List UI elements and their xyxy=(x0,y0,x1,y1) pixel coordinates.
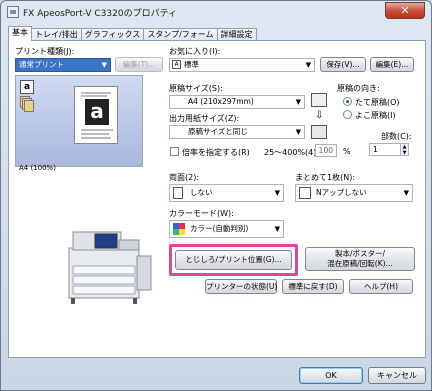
scale-range: 25～400%(4): xyxy=(264,148,320,157)
basic-panel: プリント種類(J): 通常プリント ▼ 編集(T)... a a A4 (100… xyxy=(8,40,426,358)
paper-size-select[interactable]: A4 (210x297mm) ▼ xyxy=(169,95,305,109)
arrow-down-icon: ⇩ xyxy=(315,110,324,121)
nup-value: Nアップしない xyxy=(316,188,367,197)
close-button[interactable]: ✕ xyxy=(385,2,425,19)
favorites-save-button[interactable]: 保存(V)... xyxy=(320,57,366,72)
window-title: FX ApeosPort-V C3320のプロパティ xyxy=(23,9,178,19)
chevron-down-icon: ▼ xyxy=(274,189,280,197)
nup-icon xyxy=(299,187,311,199)
orientation-label: 原稿の向き: xyxy=(337,84,380,93)
paper-size-value: A4 (210x297mm) xyxy=(188,97,254,106)
color-mode-select[interactable]: カラー(自動判別) ▼ xyxy=(169,220,284,238)
output-size-label: 出力用紙サイズ(Z): xyxy=(169,114,240,123)
paper-size-label: 原稿サイズ(S): xyxy=(169,84,223,93)
chevron-down-icon: ▼ xyxy=(295,128,301,136)
ok-button[interactable]: OK xyxy=(299,367,363,384)
chevron-down-icon: ▼ xyxy=(305,61,311,69)
title-bar: FX ApeosPort-V C3320のプロパティ ✕ xyxy=(1,1,431,23)
tab-bar: 基本 トレイ/排出 グラフィックス スタンプ/フォーム 詳細設定 xyxy=(8,26,257,41)
nup-label: まとめて1枚(N): xyxy=(295,173,356,182)
chevron-down-icon: ▼ xyxy=(295,98,301,106)
copies-input[interactable]: 1 xyxy=(369,143,401,156)
favorites-edit-button[interactable]: 編集(E)... xyxy=(370,57,414,72)
scale-input[interactable]: 100 xyxy=(315,144,337,157)
printer-image xyxy=(68,231,152,304)
preview-caption: A4 (100%) xyxy=(19,164,56,172)
preview-letter: a xyxy=(85,99,109,125)
booklet-line2: 混在原稿/回転(K)... xyxy=(327,259,393,268)
printer-app-icon xyxy=(7,6,19,18)
single-page-icon: a xyxy=(20,80,34,94)
scale-label: 倍率を指定する(R) xyxy=(182,148,250,157)
standard-icon: A xyxy=(172,60,181,69)
duplex-select[interactable]: しない ▼ xyxy=(169,184,284,202)
page-stack-icon xyxy=(20,96,34,112)
scale-checkbox[interactable] xyxy=(170,147,179,156)
properties-window: FX ApeosPort-V C3320のプロパティ ✕ 基本 トレイ/排出 グ… xyxy=(0,0,432,391)
help-button[interactable]: ヘルプ(H) xyxy=(349,279,413,294)
output-size-select[interactable]: 原稿サイズと同じ ▼ xyxy=(169,125,305,139)
duplex-value: しない xyxy=(190,188,213,197)
booklet-poster-button[interactable]: 製本/ポスター/ 混在原稿/回転(K)... xyxy=(305,247,415,271)
copies-label: 部数(C): xyxy=(381,132,412,141)
binding-position-button[interactable]: とじしろ/プリント位置(G)... xyxy=(175,250,292,270)
chevron-down-icon: ▼ xyxy=(101,61,107,69)
output-size-value: 原稿サイズと同じ xyxy=(188,127,248,136)
favorites-label: お気に入り(I): xyxy=(169,47,221,56)
paper-size-icon xyxy=(311,93,327,107)
portrait-label: たて原稿(O) xyxy=(355,98,400,107)
cancel-button[interactable]: キャンセル xyxy=(368,367,426,384)
page-preview: a a xyxy=(15,75,143,167)
single-side-icon xyxy=(173,187,183,199)
print-type-edit-button[interactable]: 編集(T)... xyxy=(115,57,163,72)
landscape-label: よこ原稿(I) xyxy=(355,111,396,120)
color-mode-label: カラーモード(W): xyxy=(169,209,234,218)
restore-defaults-button[interactable]: 標準に戻す(D) xyxy=(282,279,344,294)
duplex-label: 両面(2): xyxy=(169,173,200,182)
printer-status-button[interactable]: プリンターの状態(U) xyxy=(205,279,277,294)
chevron-down-icon: ▼ xyxy=(274,225,280,233)
print-type-value: 通常プリント xyxy=(19,60,64,69)
print-type-label: プリント種類(J): xyxy=(15,47,75,56)
tab-basic[interactable]: 基本 xyxy=(8,26,32,41)
color-palette-icon xyxy=(173,223,185,235)
print-type-select[interactable]: 通常プリント ▼ xyxy=(15,58,111,72)
chevron-down-icon: ▼ xyxy=(403,189,409,197)
favorites-value: 標準 xyxy=(184,60,199,69)
booklet-line1: 製本/ポスター/ xyxy=(334,249,386,258)
favorites-select[interactable]: A 標準 ▼ xyxy=(169,58,315,72)
landscape-radio[interactable] xyxy=(343,110,352,119)
preview-paper: a xyxy=(74,86,118,144)
portrait-radio[interactable] xyxy=(343,97,352,106)
scale-unit: % xyxy=(343,147,351,156)
nup-select[interactable]: Nアップしない ▼ xyxy=(295,184,413,202)
color-mode-value: カラー(自動判別) xyxy=(190,224,249,233)
printer-output-icon xyxy=(311,125,327,139)
copies-spinner[interactable]: ▲ ▼ xyxy=(401,143,409,156)
